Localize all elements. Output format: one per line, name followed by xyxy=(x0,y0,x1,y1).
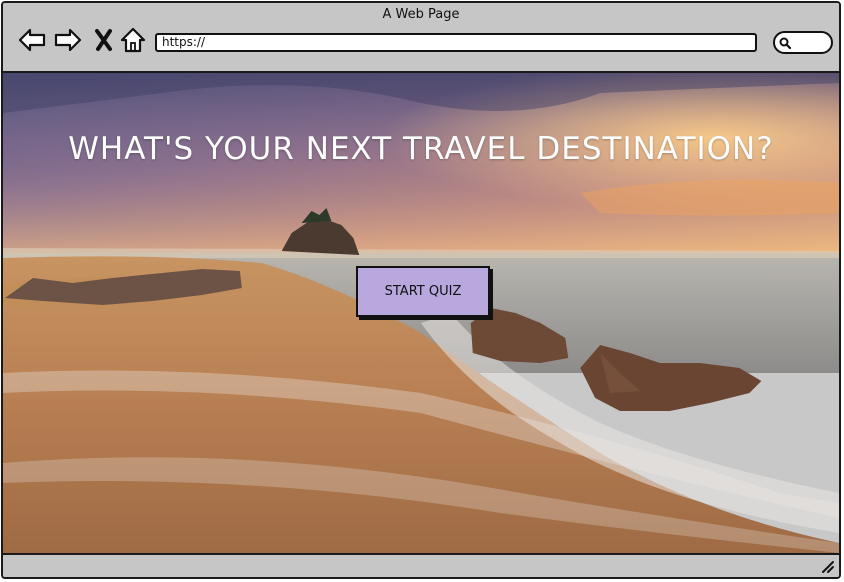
home-icon[interactable] xyxy=(118,25,148,55)
page-content: WHAT'S YOUR NEXT TRAVEL DESTINATION? STA… xyxy=(3,73,839,557)
close-x-icon[interactable] xyxy=(91,25,121,55)
browser-window: A Web Page https:// WHAT'S YOUR NEXT TRA… xyxy=(1,1,841,579)
hero-heading: WHAT'S YOUR NEXT TRAVEL DESTINATION? xyxy=(68,131,774,167)
url-text: https:// xyxy=(162,35,206,49)
start-quiz-button-label: START QUIZ xyxy=(384,284,462,299)
arrow-left-icon[interactable] xyxy=(17,25,47,55)
status-bar xyxy=(3,553,839,577)
resize-grip-icon[interactable] xyxy=(819,558,835,574)
browser-toolbar: A Web Page https:// xyxy=(3,3,839,73)
start-quiz-button[interactable]: START QUIZ xyxy=(356,266,490,317)
search-icon xyxy=(779,37,791,49)
address-bar[interactable]: https:// xyxy=(155,33,757,52)
window-title: A Web Page xyxy=(382,7,460,22)
search-box[interactable] xyxy=(773,31,833,54)
arrow-right-icon[interactable] xyxy=(53,25,83,55)
